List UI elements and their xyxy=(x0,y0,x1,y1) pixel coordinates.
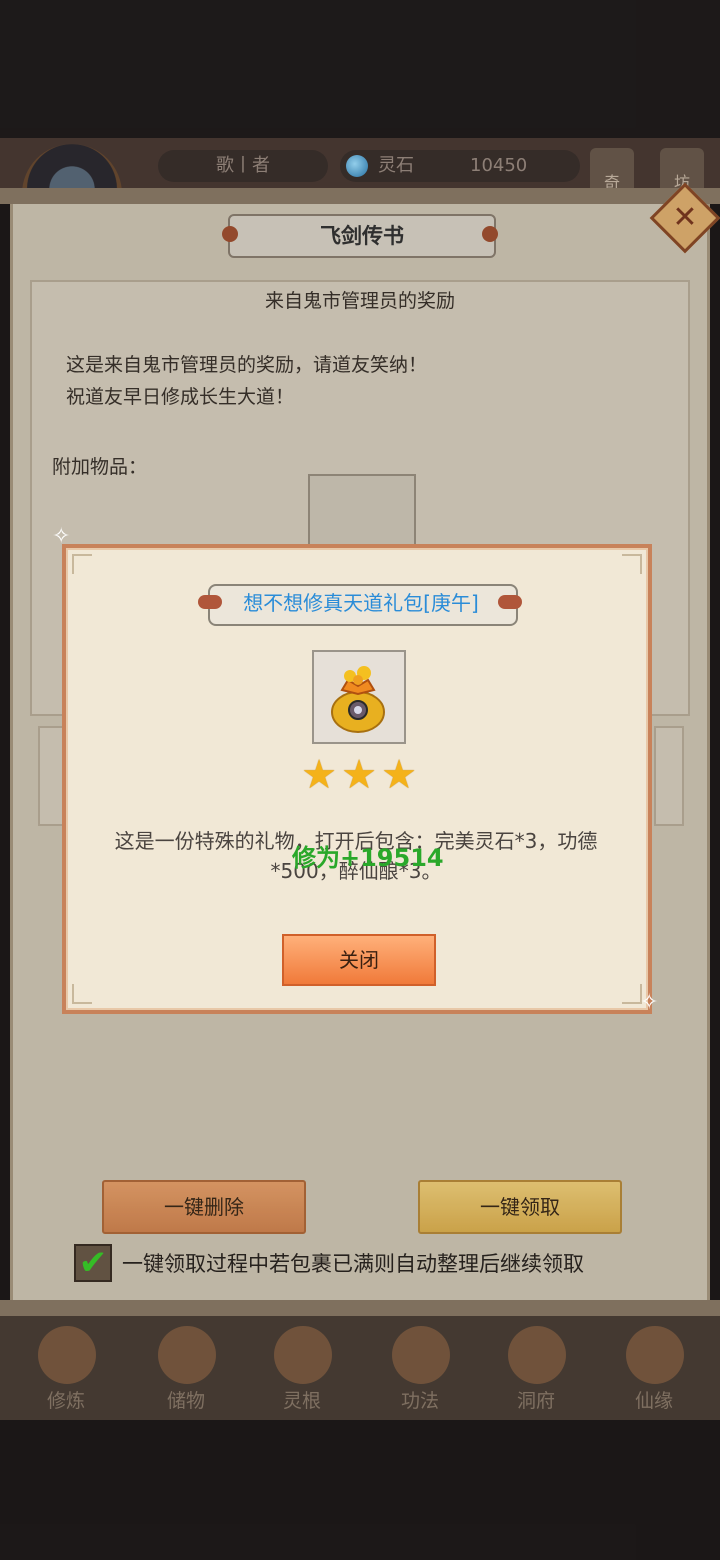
popup-title: 想不想修真天道礼包[庚午] xyxy=(243,591,479,615)
gift-bag-icon xyxy=(331,666,385,733)
popup-corner xyxy=(72,554,92,574)
crane-decoration-icon: ✧ xyxy=(640,990,659,1015)
popup-corner xyxy=(72,984,92,1004)
popup-close-button[interactable]: 关闭 xyxy=(282,934,436,986)
crane-decoration-icon: ✧ xyxy=(52,524,71,549)
cultivation-gain-text: 修为+19514 xyxy=(292,844,444,872)
star-icon: ★ xyxy=(341,752,377,798)
popup-corner xyxy=(622,984,642,1004)
star-icon: ★ xyxy=(381,752,417,798)
star-icon: ★ xyxy=(301,752,337,798)
popup-corner xyxy=(622,554,642,574)
